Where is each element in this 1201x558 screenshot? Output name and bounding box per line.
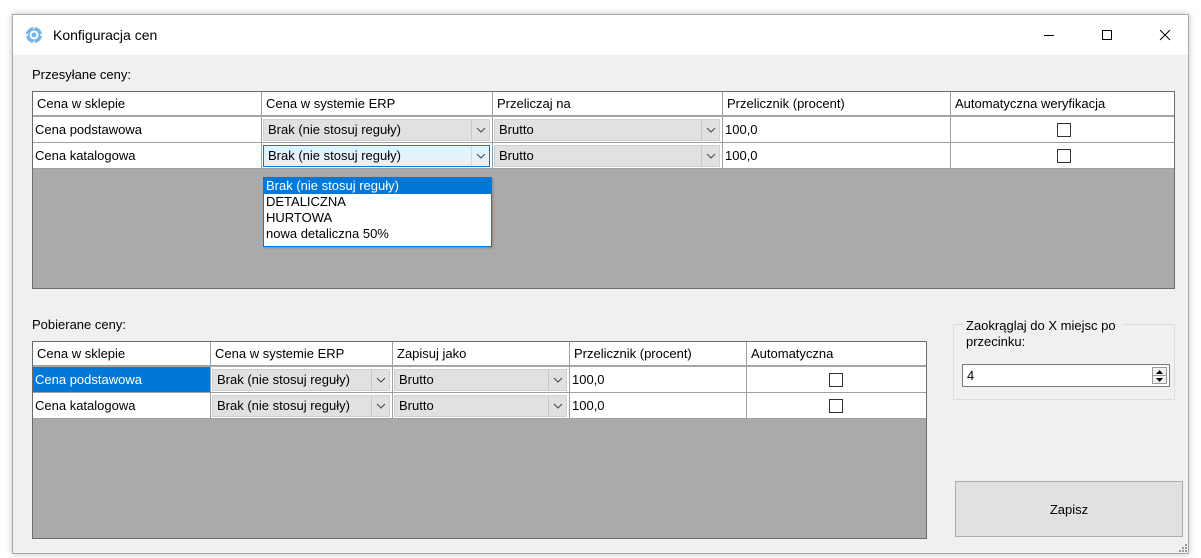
minimize-icon [1044, 35, 1054, 36]
column-header-convert[interactable]: Przeliczaj na [493, 92, 723, 116]
chevron-down-icon[interactable] [548, 370, 566, 390]
auto-checkbox[interactable] [1057, 123, 1071, 137]
sent-prices-label: Przesyłane ceny: [32, 67, 131, 82]
stepper-buttons[interactable] [1152, 367, 1167, 384]
auto-checkbox[interactable] [829, 373, 843, 387]
convert-combo-value: Brutto [499, 148, 534, 163]
fetched-prices-grid[interactable]: Cena w sklepie Cena w systemie ERP Zapis… [32, 341, 927, 539]
erp-dropdown-list[interactable]: Brak (nie stosuj reguły) DETALICZNA HURT… [263, 177, 492, 247]
erp-combo-value: Brak (nie stosuj reguły) [217, 372, 350, 387]
maximize-button[interactable] [1084, 15, 1130, 55]
auto-checkbox[interactable] [1057, 149, 1071, 163]
grid-header: Cena w sklepie Cena w systemie ERP Zapis… [33, 342, 926, 366]
sent-prices-grid[interactable]: Cena w sklepie Cena w systemie ERP Przel… [32, 91, 1175, 289]
column-header-factor[interactable]: Przelicznik (procent) [723, 92, 951, 116]
table-row[interactable]: Cena podstawowa Brak (nie stosuj reguły)… [33, 117, 1174, 143]
table-row[interactable]: Cena katalogowa Brak (nie stosuj reguły)… [33, 393, 926, 419]
convert-combo[interactable]: Brutto [494, 145, 720, 167]
cell-shop[interactable]: Cena katalogowa [33, 143, 262, 168]
dropdown-option[interactable]: DETALICZNA [264, 194, 491, 210]
save-button[interactable]: Zapisz [955, 481, 1183, 537]
column-header-auto[interactable]: Automatyczna weryfikacja [951, 92, 1174, 116]
save-as-combo[interactable]: Brutto [394, 395, 567, 417]
stepper-up-icon[interactable] [1153, 368, 1166, 376]
cell-erp[interactable]: Brak (nie stosuj reguły) [262, 117, 493, 142]
title-bar[interactable]: Konfiguracja cen [13, 15, 1188, 55]
cell-factor[interactable]: 100,0 [570, 367, 747, 392]
cell-factor[interactable]: 100,0 [723, 143, 951, 168]
chevron-down-icon[interactable] [371, 370, 389, 390]
cell-shop[interactable]: Cena podstawowa [33, 367, 211, 392]
grid-header: Cena w sklepie Cena w systemie ERP Przel… [33, 92, 1174, 116]
convert-combo[interactable]: Brutto [494, 119, 720, 141]
erp-combo-open[interactable]: Brak (nie stosuj reguły) [263, 145, 490, 167]
cell-save-as[interactable]: Brutto [393, 393, 570, 418]
column-header-auto[interactable]: Automatyczna [747, 342, 926, 366]
erp-combo[interactable]: Brak (nie stosuj reguły) [263, 119, 490, 141]
cell-erp[interactable]: Brak (nie stosuj reguły) [211, 367, 393, 392]
cell-auto[interactable] [951, 143, 1174, 168]
table-row[interactable]: Cena podstawowa Brak (nie stosuj reguły)… [33, 367, 926, 393]
rounding-stepper[interactable]: 4 [962, 364, 1170, 387]
column-header-shop[interactable]: Cena w sklepie [33, 342, 211, 366]
column-header-factor[interactable]: Przelicznik (procent) [570, 342, 747, 366]
chevron-down-icon[interactable] [548, 396, 566, 416]
resize-grip-icon[interactable] [1178, 543, 1188, 553]
column-header-erp[interactable]: Cena w systemie ERP [262, 92, 493, 116]
rounding-label: Zaokrąglaj do X miejsc po przecinku: [964, 318, 1124, 350]
cell-factor[interactable]: 100,0 [723, 117, 951, 142]
table-row[interactable]: Cena katalogowa Brak (nie stosuj reguły)… [33, 143, 1174, 169]
column-header-erp[interactable]: Cena w systemie ERP [211, 342, 393, 366]
dropdown-option[interactable]: Brak (nie stosuj reguły) [264, 178, 491, 194]
chevron-down-icon[interactable] [701, 120, 719, 140]
cell-auto[interactable] [747, 367, 926, 392]
cell-shop[interactable]: Cena katalogowa [33, 393, 211, 418]
close-button[interactable] [1142, 15, 1188, 55]
cell-save-as[interactable]: Brutto [393, 367, 570, 392]
erp-combo[interactable]: Brak (nie stosuj reguły) [212, 395, 390, 417]
erp-combo-value: Brak (nie stosuj reguły) [268, 148, 401, 163]
gear-app-icon [25, 26, 43, 44]
chevron-down-icon[interactable] [701, 146, 719, 166]
stepper-down-icon[interactable] [1153, 376, 1166, 383]
minimize-button[interactable] [1026, 15, 1072, 55]
cell-auto[interactable] [747, 393, 926, 418]
cell-convert[interactable]: Brutto [493, 143, 723, 168]
save-as-combo-value: Brutto [399, 398, 434, 413]
save-as-combo-value: Brutto [399, 372, 434, 387]
cell-erp[interactable]: Brak (nie stosuj reguły) [262, 143, 493, 168]
auto-checkbox[interactable] [829, 399, 843, 413]
dropdown-option[interactable]: HURTOWA [264, 210, 491, 226]
chevron-down-icon[interactable] [471, 120, 489, 140]
save-as-combo[interactable]: Brutto [394, 369, 567, 391]
cell-auto[interactable] [951, 117, 1174, 142]
chevron-down-icon[interactable] [471, 146, 489, 166]
maximize-icon [1102, 30, 1112, 40]
rounding-value: 4 [967, 368, 975, 383]
convert-combo-value: Brutto [499, 122, 534, 137]
fetched-prices-label: Pobierane ceny: [32, 317, 126, 332]
cell-convert[interactable]: Brutto [493, 117, 723, 142]
column-header-save-as[interactable]: Zapisuj jako [393, 342, 570, 366]
chevron-down-icon[interactable] [371, 396, 389, 416]
window-title: Konfiguracja cen [53, 27, 158, 43]
close-icon [1159, 29, 1171, 41]
erp-combo-value: Brak (nie stosuj reguły) [268, 122, 401, 137]
cell-factor[interactable]: 100,0 [570, 393, 747, 418]
cell-erp[interactable]: Brak (nie stosuj reguły) [211, 393, 393, 418]
cell-shop[interactable]: Cena podstawowa [33, 117, 262, 142]
dropdown-option[interactable]: nowa detaliczna 50% [264, 226, 491, 242]
erp-combo[interactable]: Brak (nie stosuj reguły) [212, 369, 390, 391]
erp-combo-value: Brak (nie stosuj reguły) [217, 398, 350, 413]
column-header-shop[interactable]: Cena w sklepie [33, 92, 262, 116]
